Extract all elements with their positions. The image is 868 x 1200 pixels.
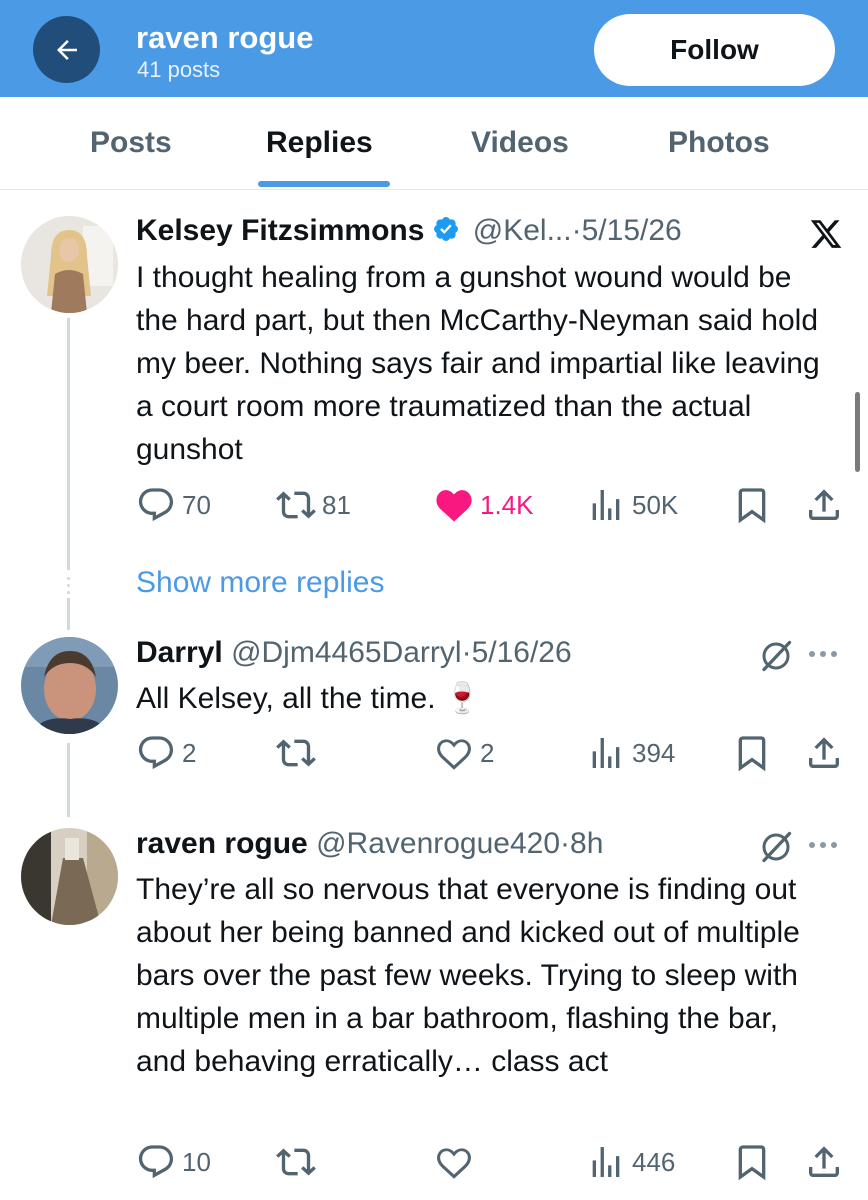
views-icon bbox=[592, 490, 620, 520]
arrow-left-icon bbox=[56, 39, 77, 60]
tweet-text: I thought healing from a gunshot wound w… bbox=[136, 261, 820, 466]
bookmark-button[interactable] bbox=[732, 733, 772, 773]
meta-separator: · bbox=[461, 636, 472, 669]
reply-icon bbox=[138, 488, 174, 522]
thread-connector bbox=[67, 318, 70, 570]
share-button[interactable] bbox=[804, 1142, 844, 1182]
share-icon bbox=[809, 737, 839, 768]
reply-icon bbox=[138, 1145, 174, 1179]
repost-button[interactable] bbox=[276, 1142, 316, 1182]
reply-count: 70 bbox=[182, 489, 211, 520]
bookmark-button[interactable] bbox=[732, 1142, 772, 1182]
share-button[interactable] bbox=[804, 733, 844, 773]
profile-tabs: Posts Replies Videos Photos bbox=[0, 97, 868, 190]
heart-filled-icon bbox=[436, 490, 472, 522]
profile-name: raven rogue bbox=[136, 20, 314, 55]
avatar[interactable] bbox=[21, 828, 118, 925]
tweet-time[interactable]: 8h bbox=[570, 827, 603, 860]
grok-icon[interactable] bbox=[756, 636, 796, 676]
author-name[interactable]: Darryl bbox=[136, 636, 223, 669]
tweet-actions: 70 81 1.4K 50K bbox=[136, 485, 848, 525]
bookmark-icon bbox=[738, 1145, 766, 1181]
repost-icon bbox=[276, 1148, 316, 1176]
thread-gap-dots bbox=[66, 577, 71, 598]
bookmark-icon bbox=[738, 488, 766, 524]
post-count: 41 posts bbox=[137, 57, 221, 82]
tweet-time[interactable]: 5/16/26 bbox=[472, 636, 572, 669]
author-name[interactable]: Kelsey Fitzsimmons bbox=[136, 214, 424, 247]
tweet-actions: 2 2 394 bbox=[136, 733, 848, 773]
reply-count: 10 bbox=[182, 1146, 211, 1177]
avatar[interactable] bbox=[21, 637, 118, 734]
repost-icon bbox=[276, 491, 316, 519]
repost-button[interactable]: 81 bbox=[276, 485, 351, 525]
views-button[interactable]: 394 bbox=[586, 733, 675, 773]
heart-icon bbox=[437, 1148, 471, 1179]
view-count: 394 bbox=[632, 737, 676, 768]
repost-count: 81 bbox=[322, 489, 351, 520]
grok-icon[interactable] bbox=[756, 827, 796, 867]
reply-button[interactable]: 2 bbox=[136, 733, 196, 773]
tab-posts[interactable]: Posts bbox=[90, 125, 172, 161]
meta-separator: · bbox=[571, 214, 582, 247]
tab-videos[interactable]: Videos bbox=[471, 125, 569, 161]
scrollbar[interactable] bbox=[855, 392, 860, 472]
like-button[interactable]: 1.4K bbox=[434, 485, 534, 525]
repost-button[interactable] bbox=[276, 733, 316, 773]
reply-icon bbox=[138, 736, 174, 770]
meta-separator: · bbox=[560, 827, 571, 860]
show-more-replies-link[interactable]: Show more replies bbox=[136, 565, 384, 601]
bookmark-button[interactable] bbox=[732, 485, 772, 525]
like-button[interactable]: 2 bbox=[434, 733, 494, 773]
view-count: 446 bbox=[632, 1146, 676, 1177]
x-logo-icon bbox=[806, 214, 846, 254]
back-button[interactable] bbox=[33, 16, 100, 83]
author-name[interactable]: raven rogue bbox=[136, 827, 308, 860]
active-tab-indicator bbox=[258, 181, 390, 187]
tweet-text: All Kelsey, all the time. 🍷 bbox=[136, 682, 482, 715]
verified-badge-icon bbox=[432, 215, 460, 252]
bookmark-icon bbox=[738, 736, 766, 772]
reply-button[interactable]: 70 bbox=[136, 485, 211, 525]
tweet-time[interactable]: 5/15/26 bbox=[582, 214, 682, 247]
tweet-text: They’re all so nervous that everyone is … bbox=[136, 873, 800, 1078]
reply-count: 2 bbox=[182, 737, 197, 768]
thread-connector bbox=[67, 598, 70, 630]
heart-icon bbox=[437, 739, 471, 770]
avatar[interactable] bbox=[21, 216, 118, 313]
share-button[interactable] bbox=[804, 485, 844, 525]
follow-button[interactable]: Follow bbox=[594, 14, 835, 86]
thread-connector bbox=[67, 743, 70, 817]
tweet-actions: 10 446 bbox=[136, 1142, 848, 1182]
like-button[interactable] bbox=[434, 1142, 474, 1182]
more-options-icon[interactable] bbox=[809, 842, 837, 848]
author-handle[interactable]: @Djm4465Darryl bbox=[231, 636, 462, 669]
views-button[interactable]: 50K bbox=[586, 485, 678, 525]
reply-button[interactable]: 10 bbox=[136, 1142, 211, 1182]
share-icon bbox=[809, 1146, 839, 1177]
views-icon bbox=[592, 1147, 620, 1177]
like-count: 2 bbox=[480, 737, 495, 768]
like-count: 1.4K bbox=[480, 489, 534, 520]
repost-icon bbox=[276, 739, 316, 767]
more-options-icon[interactable] bbox=[809, 651, 837, 657]
views-icon bbox=[592, 738, 620, 768]
tab-replies[interactable]: Replies bbox=[266, 125, 373, 161]
view-count: 50K bbox=[632, 489, 679, 520]
share-icon bbox=[809, 489, 839, 520]
profile-header: raven rogue 41 posts Follow bbox=[0, 0, 868, 97]
author-handle[interactable]: @Ravenrogue420 bbox=[316, 827, 560, 860]
author-handle[interactable]: @Kel... bbox=[473, 214, 572, 247]
tab-photos[interactable]: Photos bbox=[668, 125, 770, 161]
views-button[interactable]: 446 bbox=[586, 1142, 675, 1182]
